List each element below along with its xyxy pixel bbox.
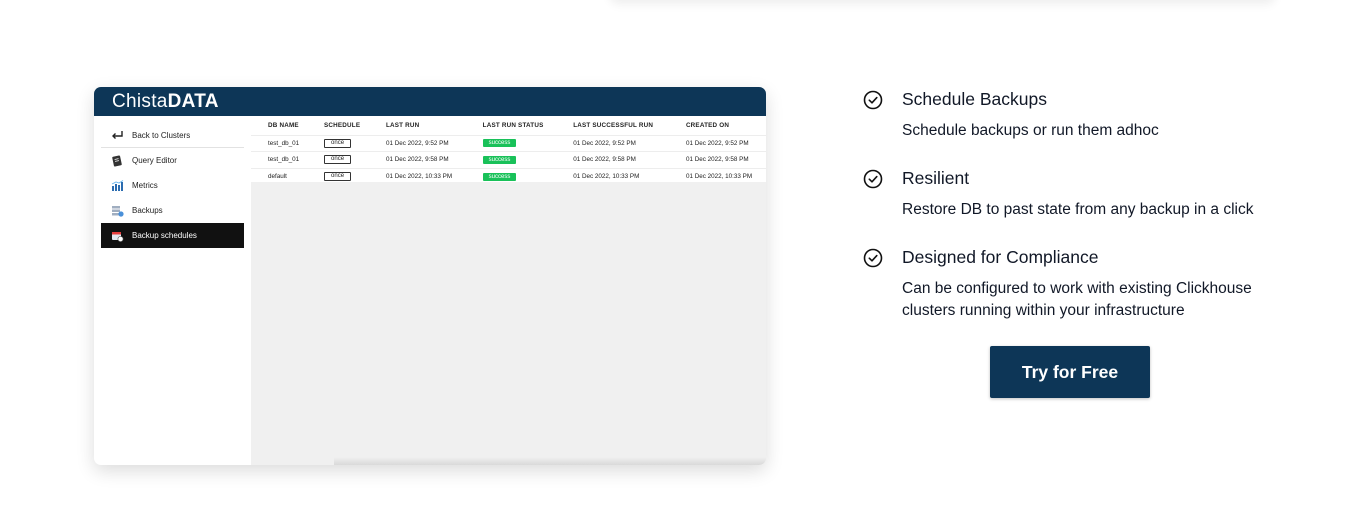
cell-status: success bbox=[465, 134, 557, 152]
table-header-row: DB NAME SCHEDULE LAST RUN LAST RUN STATU… bbox=[251, 116, 766, 135]
column-header-last-run[interactable]: LAST RUN bbox=[369, 116, 466, 135]
sidebar-item-label: Metrics bbox=[132, 181, 158, 190]
feature-item: Resilient Restore DB to past state from … bbox=[862, 167, 1292, 246]
cell-created-on: 01 Dec 2022, 10:33 PM bbox=[668, 167, 766, 182]
calendar-clock-icon bbox=[110, 229, 124, 243]
cell-db-name: default bbox=[251, 167, 308, 182]
back-arrow-icon bbox=[110, 128, 124, 142]
feature-title: Schedule Backups bbox=[902, 89, 1047, 109]
sidebar-item-label: Backup schedules bbox=[132, 231, 197, 240]
sidebar-item-backup-schedules[interactable]: Backup schedules bbox=[101, 223, 244, 248]
column-header-last-successful-run[interactable]: LAST SUCCESSFUL RUN bbox=[556, 116, 669, 135]
status-badge: success bbox=[482, 155, 517, 164]
cell-last-run: 01 Dec 2022, 9:52 PM bbox=[368, 134, 466, 152]
status-badge: success bbox=[482, 172, 517, 181]
cell-db-name: test_db_01 bbox=[251, 134, 308, 152]
feature-item: Designed for Compliance Can be configure… bbox=[862, 246, 1292, 322]
app-main-content: DB NAME SCHEDULE LAST RUN LAST RUN STATU… bbox=[251, 116, 766, 465]
app-screenshot: ChistaDATA Back to Clusters Query Editor bbox=[94, 87, 766, 465]
cell-schedule: once bbox=[307, 167, 369, 182]
app-sidebar: Back to Clusters Query Editor Metrics Ba… bbox=[94, 116, 251, 465]
status-badge: success bbox=[482, 139, 517, 148]
sidebar-item-label: Backups bbox=[132, 206, 163, 215]
sidebar-item-label: Back to Clusters bbox=[132, 130, 191, 140]
column-header-db-name[interactable]: DB NAME bbox=[251, 116, 307, 135]
table-row[interactable]: test_db_01 once 01 Dec 2022, 9:52 PM suc… bbox=[251, 134, 766, 152]
cell-last-successful-run: 01 Dec 2022, 9:52 PM bbox=[556, 134, 669, 152]
check-circle-icon bbox=[862, 168, 884, 190]
sidebar-item-label: Query Editor bbox=[132, 156, 177, 165]
sidebar-item-metrics[interactable]: Metrics bbox=[101, 173, 244, 198]
try-for-free-button[interactable]: Try for Free bbox=[990, 346, 1150, 398]
column-header-schedule[interactable]: SCHEDULE bbox=[307, 116, 369, 135]
cell-status: success bbox=[465, 167, 557, 182]
app-header: ChistaDATA bbox=[94, 87, 766, 116]
database-backup-icon bbox=[110, 204, 124, 218]
cell-db-name: test_db_01 bbox=[251, 151, 308, 168]
notebook-icon bbox=[110, 154, 124, 168]
table-row[interactable]: test_db_01 once 01 Dec 2022, 9:58 PM suc… bbox=[251, 151, 766, 168]
schedule-badge: once bbox=[324, 138, 352, 148]
feature-description: Restore DB to past state from any backup… bbox=[902, 201, 1254, 218]
check-circle-icon bbox=[862, 89, 884, 111]
cell-last-successful-run: 01 Dec 2022, 10:33 PM bbox=[556, 167, 669, 182]
column-header-last-run-status[interactable]: LAST RUN STATUS bbox=[466, 116, 557, 135]
cell-status: success bbox=[465, 151, 557, 168]
cell-created-on: 01 Dec 2022, 9:58 PM bbox=[668, 151, 766, 168]
check-circle-icon bbox=[862, 247, 884, 269]
sidebar-item-query-editor[interactable]: Query Editor bbox=[101, 148, 244, 173]
bottom-shadow bbox=[334, 457, 766, 465]
cell-last-successful-run: 01 Dec 2022, 9:58 PM bbox=[556, 151, 669, 168]
feature-title: Designed for Compliance bbox=[902, 247, 1099, 267]
sidebar-item-back-to-clusters[interactable]: Back to Clusters bbox=[101, 123, 244, 148]
cell-schedule: once bbox=[307, 134, 369, 152]
feature-list: Schedule Backups Schedule backups or run… bbox=[862, 88, 1292, 322]
feature-description: Schedule backups or run them adhoc bbox=[902, 122, 1159, 139]
backup-schedules-table: DB NAME SCHEDULE LAST RUN LAST RUN STATU… bbox=[251, 116, 766, 182]
feature-description: Can be configured to work with existing … bbox=[902, 280, 1252, 319]
cell-last-run: 01 Dec 2022, 9:58 PM bbox=[368, 151, 466, 168]
table-row[interactable]: default once 01 Dec 2022, 10:33 PM succe… bbox=[251, 167, 766, 182]
cell-schedule: once bbox=[307, 151, 369, 168]
page: ChistaDATA Back to Clusters Query Editor bbox=[0, 0, 1368, 528]
schedule-badge: once bbox=[324, 172, 352, 181]
brand-logo: ChistaDATA bbox=[112, 90, 219, 112]
cell-created-on: 01 Dec 2022, 9:52 PM bbox=[668, 134, 766, 152]
schedule-badge: once bbox=[324, 155, 352, 165]
column-header-created-on[interactable]: CREATED ON bbox=[669, 116, 766, 135]
sidebar-item-backups[interactable]: Backups bbox=[101, 198, 244, 223]
cell-last-run: 01 Dec 2022, 10:33 PM bbox=[368, 167, 466, 182]
bar-chart-icon bbox=[110, 179, 124, 193]
feature-item: Schedule Backups Schedule backups or run… bbox=[862, 88, 1292, 167]
feature-title: Resilient bbox=[902, 168, 970, 188]
